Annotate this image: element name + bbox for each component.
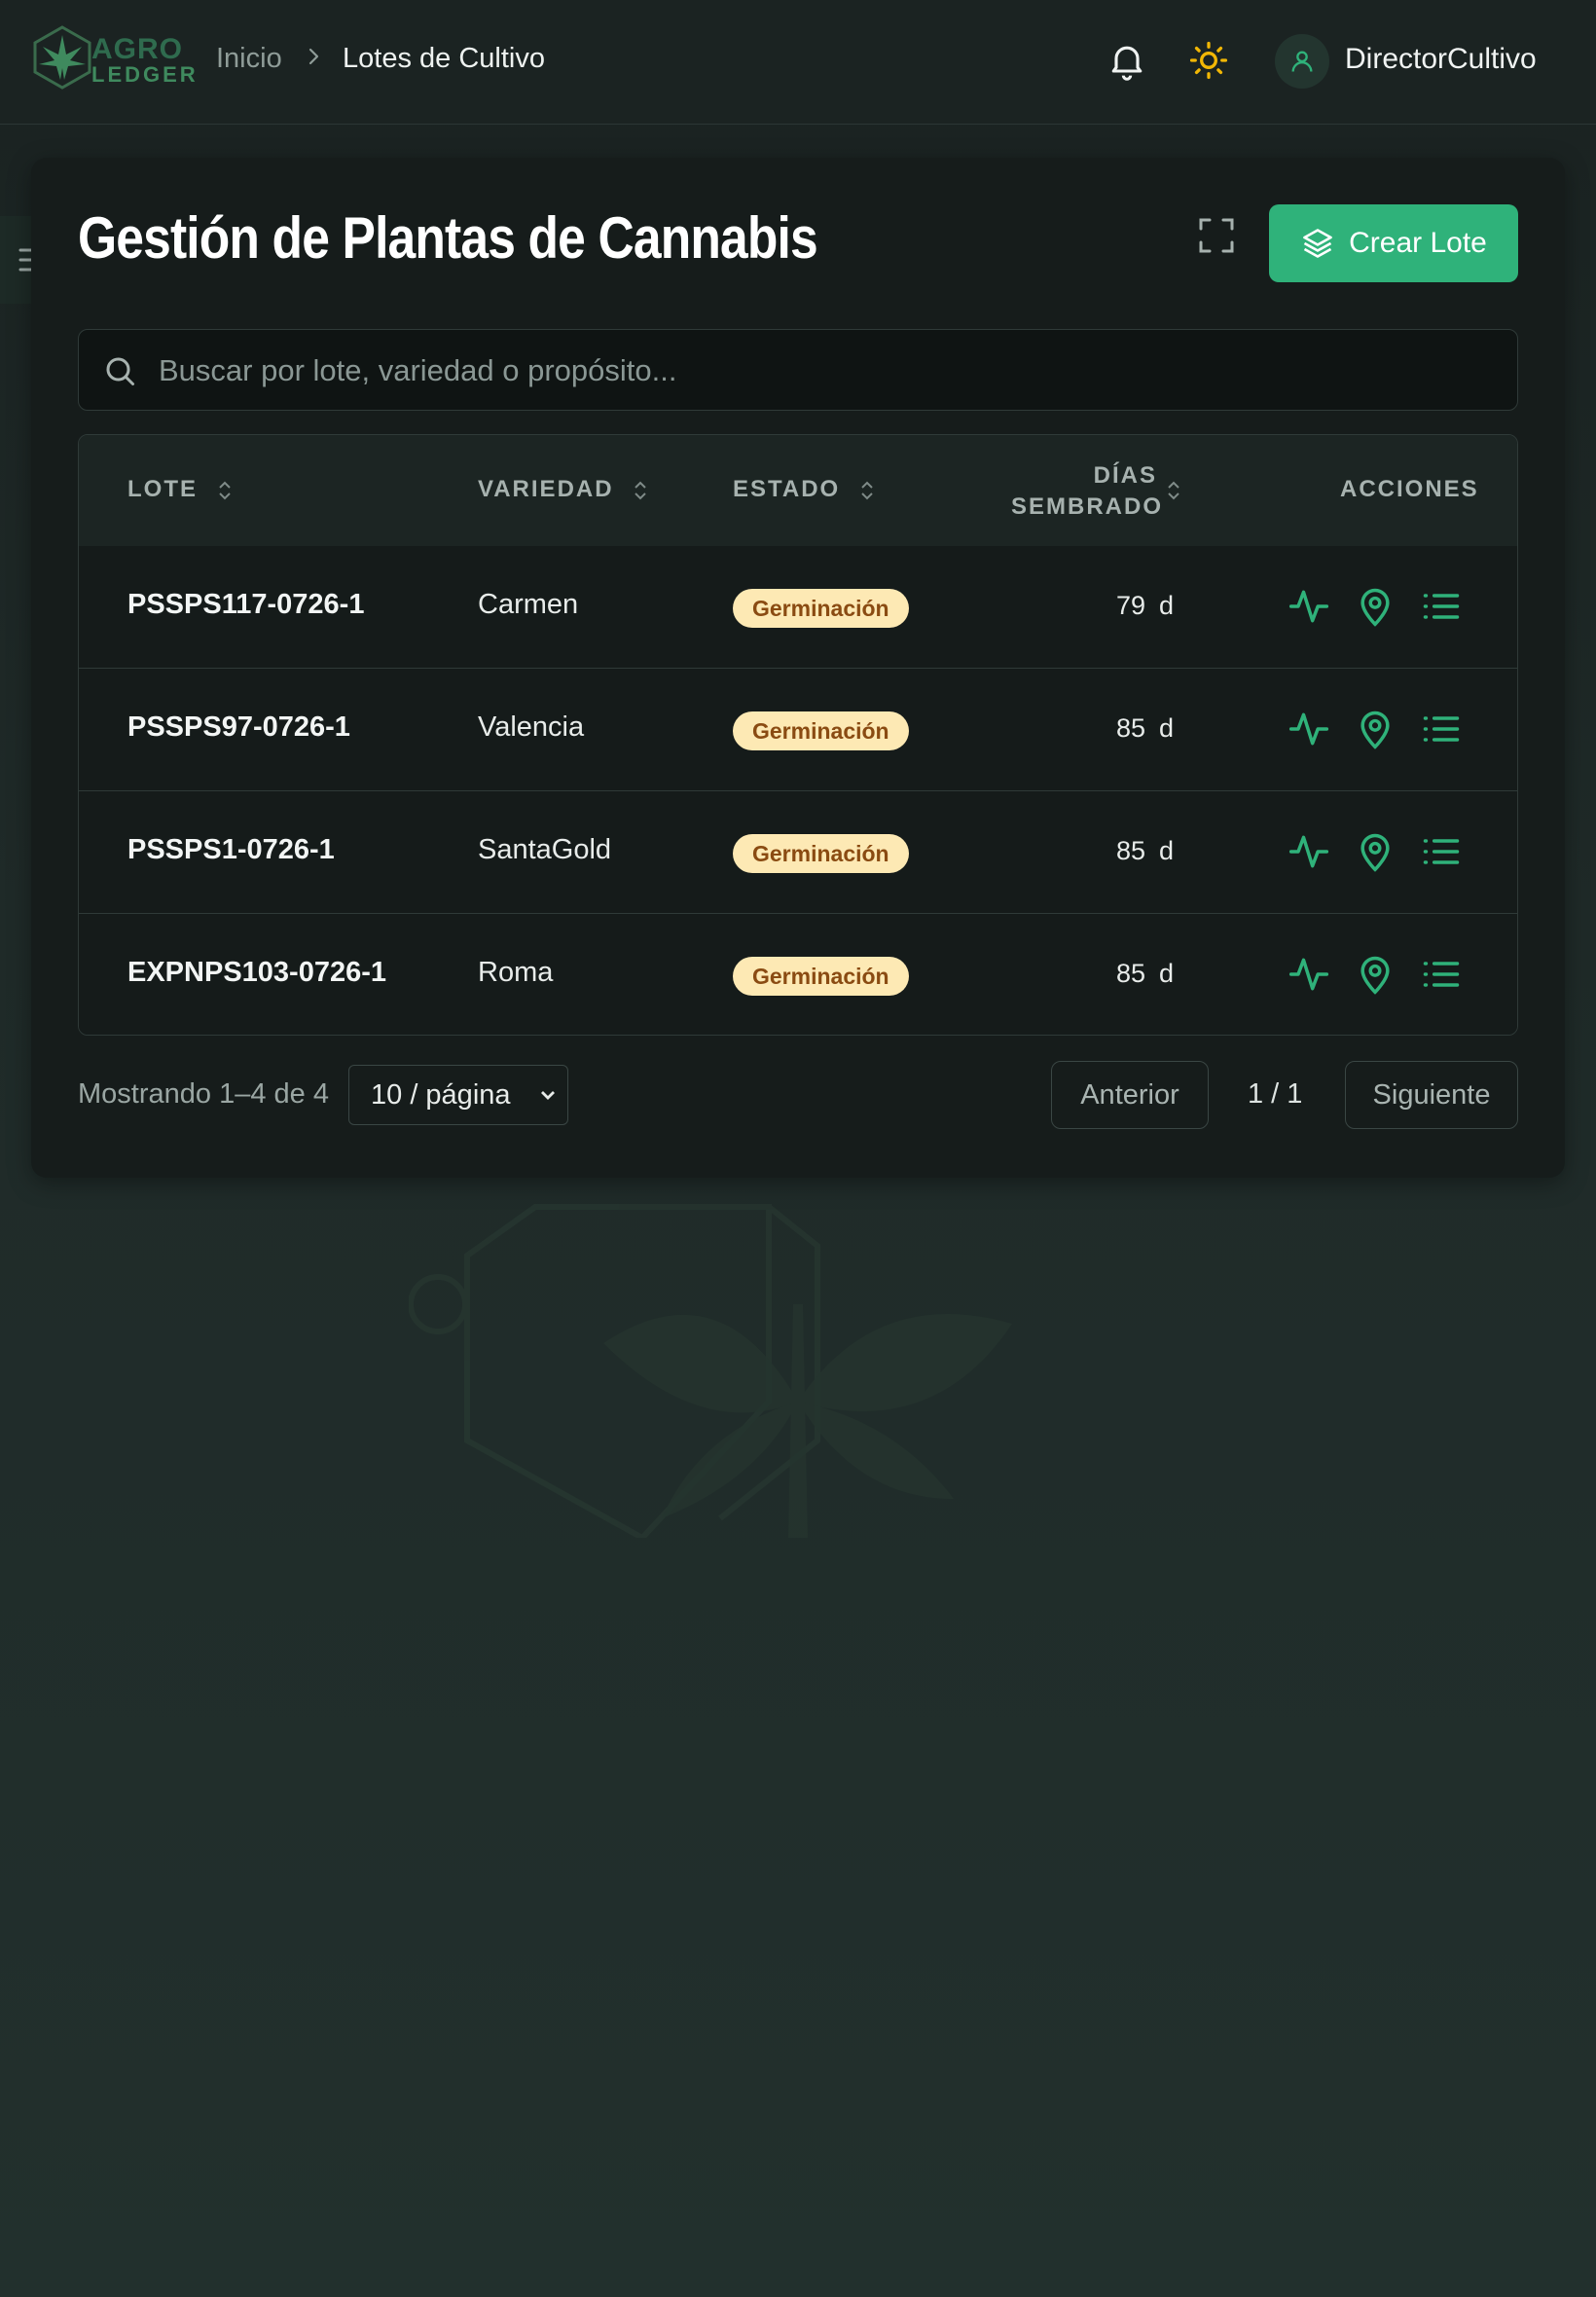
logo-text-ledger: LEDGER [91, 62, 199, 87]
cell-dias: 85 d [1116, 836, 1174, 866]
list-icon[interactable] [1420, 585, 1463, 628]
column-header-lote[interactable]: LOTE [127, 476, 232, 503]
user-icon [1291, 51, 1313, 72]
search-box [78, 329, 1518, 412]
table-row[interactable]: PSSPS117-0726-1 Carmen Germinación 79 d [79, 546, 1517, 669]
activity-icon[interactable] [1288, 953, 1330, 996]
status-badge: Germinación [733, 711, 909, 750]
cell-lote: EXPNPS103-0726-1 [127, 957, 386, 988]
dias-unit: d [1159, 836, 1175, 865]
column-header-dias[interactable]: DÍAS SEMBRADO [1011, 460, 1164, 523]
breadcrumb-current: Lotes de Cultivo [343, 43, 545, 74]
chevron-down-icon [541, 1091, 555, 1100]
cell-variedad: Valencia [478, 711, 585, 743]
dias-value: 79 [1116, 591, 1146, 620]
activity-icon[interactable] [1288, 708, 1330, 750]
search-icon [106, 357, 134, 385]
agro-ledger-logo[interactable]: AGRO LEDGER [31, 23, 197, 99]
expand-icon[interactable] [1197, 216, 1236, 255]
cell-variedad: Roma [478, 957, 554, 988]
table-row[interactable]: PSSPS97-0726-1 Valencia Germinación 85 d [79, 669, 1517, 791]
username[interactable]: DirectorCultivo [1345, 43, 1537, 76]
cell-lote: PSSPS97-0726-1 [127, 711, 350, 743]
column-header-estado[interactable]: ESTADO [733, 476, 874, 503]
cell-variedad: Carmen [478, 589, 579, 620]
background-plant-watermark [409, 1204, 1012, 1538]
activity-icon[interactable] [1288, 830, 1330, 873]
cell-lote: PSSPS117-0726-1 [127, 589, 365, 620]
table-header: LOTE VARIEDAD ESTADO DÍAS SEMBRADO ACCIO… [79, 435, 1517, 547]
page-size-value: 10 / página [371, 1079, 511, 1111]
dias-value: 85 [1116, 959, 1146, 988]
table-row[interactable]: EXPNPS103-0726-1 Roma Germinación 85 d [79, 914, 1517, 1035]
next-page-label: Siguiente [1372, 1078, 1491, 1111]
cell-dias: 79 d [1116, 591, 1174, 621]
showing-count: Mostrando 1–4 de 4 [78, 1078, 329, 1110]
sort-icon [635, 481, 646, 500]
status-badge: Germinación [733, 957, 909, 996]
list-icon[interactable] [1420, 708, 1463, 750]
dias-value: 85 [1116, 836, 1146, 865]
map-pin-icon[interactable] [1354, 708, 1396, 750]
create-lot-button[interactable]: Crear Lote [1269, 204, 1518, 282]
bell-icon[interactable] [1106, 39, 1148, 82]
status-badge: Germinación [733, 589, 909, 628]
column-label-dias: DÍAS [1093, 462, 1157, 489]
column-header-variedad[interactable]: VARIEDAD [478, 476, 647, 503]
table-row[interactable]: PSSPS1-0726-1 SantaGold Germinación 85 d [79, 791, 1517, 914]
cannabis-leaf-icon [33, 25, 91, 90]
layers-icon [1303, 229, 1332, 258]
list-icon[interactable] [1420, 953, 1463, 996]
activity-icon[interactable] [1288, 585, 1330, 628]
page-size-select[interactable]: 10 / página [348, 1065, 568, 1125]
list-icon[interactable] [1420, 830, 1463, 873]
column-label-estado: ESTADO [733, 476, 841, 502]
search-input[interactable] [157, 330, 1504, 412]
status-badge: Germinación [733, 834, 909, 873]
sort-icon [218, 481, 231, 500]
next-page-button[interactable]: Siguiente [1345, 1061, 1518, 1129]
dias-unit: d [1159, 591, 1175, 620]
previous-page-label: Anterior [1080, 1078, 1179, 1111]
chevron-right-icon [308, 48, 319, 65]
column-label-variedad: VARIEDAD [478, 476, 614, 502]
dias-value: 85 [1116, 713, 1146, 743]
top-bar: AGRO LEDGER Inicio Lotes de Cultivo Dire… [0, 0, 1596, 125]
sort-icon [861, 481, 873, 500]
sun-icon[interactable] [1187, 39, 1230, 82]
page-indicator: 1 / 1 [1248, 1078, 1303, 1110]
create-lot-label: Crear Lote [1349, 227, 1487, 259]
breadcrumb-home[interactable]: Inicio [216, 43, 282, 75]
cell-variedad: SantaGold [478, 834, 612, 865]
cell-dias: 85 d [1116, 713, 1174, 744]
previous-page-button[interactable]: Anterior [1051, 1061, 1209, 1129]
sort-icon[interactable] [1167, 480, 1180, 501]
column-header-acciones: ACCIONES [1340, 476, 1479, 503]
map-pin-icon[interactable] [1354, 830, 1396, 873]
dias-unit: d [1159, 713, 1175, 743]
cell-lote: PSSPS1-0726-1 [127, 834, 335, 865]
dias-unit: d [1159, 959, 1175, 988]
lots-table: LOTE VARIEDAD ESTADO DÍAS SEMBRADO ACCIO… [78, 434, 1518, 1036]
page-title: Gestión de Plantas de Cannabis [78, 205, 818, 271]
map-pin-icon[interactable] [1354, 953, 1396, 996]
avatar[interactable] [1275, 34, 1329, 89]
logo-text-agro: AGRO [91, 33, 183, 65]
column-label-sembrado: SEMBRADO [1011, 493, 1164, 520]
column-label-acciones: ACCIONES [1340, 476, 1479, 502]
column-label-lote: LOTE [127, 476, 198, 502]
map-pin-icon[interactable] [1354, 585, 1396, 628]
cell-dias: 85 d [1116, 959, 1174, 989]
